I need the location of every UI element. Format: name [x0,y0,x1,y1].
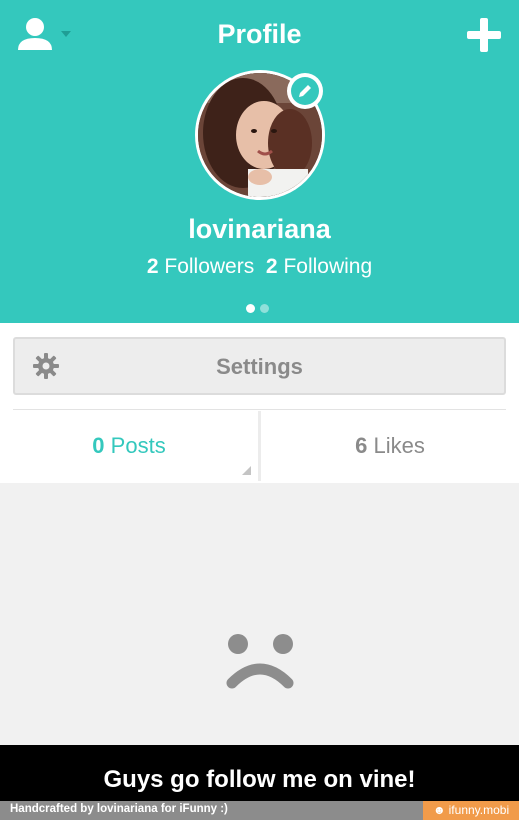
watermark-footer: Handcrafted by lovinariana for iFunny :)… [0,801,519,820]
page-dot [260,304,269,313]
followers-link[interactable]: 2 Followers [147,255,254,278]
following-label: Following [283,255,373,278]
page-dot-active [246,304,255,313]
likes-label: Likes [373,433,425,458]
credit-text: Handcrafted by lovinariana for iFunny :) [10,803,228,815]
sad-face-icon [226,634,294,689]
page-title: Profile [217,19,302,49]
posts-empty-state [0,483,519,745]
caption-bar: Guys go follow me on vine! [0,745,519,801]
settings-label: Settings [216,354,303,379]
brand-label: ifunny.mobi [448,803,510,817]
caption-text: Guys go follow me on vine! [103,766,416,793]
following-count: 2 [265,255,278,278]
username: lovinariana [188,214,331,244]
divider [13,409,506,410]
followers-count: 2 [146,255,159,278]
settings-button[interactable]: Settings [13,337,506,395]
page-indicator[interactable] [246,300,274,318]
follow-stats: 2 Followers 2 Following [0,255,519,279]
following-link[interactable]: 2 Following [266,255,372,278]
pencil-icon [291,77,319,105]
active-tab-corner-indicator [242,466,251,475]
plus-icon [467,18,501,52]
posts-label: Posts [110,433,166,458]
tab-likes[interactable]: 6 Likes [261,411,519,481]
edit-avatar-button[interactable] [287,73,323,109]
tab-posts[interactable]: 0 Posts [0,411,258,481]
followers-label: Followers [164,255,255,278]
profile-header: Profile lovinariana 2 Followers 2 Follow… [0,0,519,323]
profile-avatar[interactable] [195,70,325,200]
smiley-icon: ☻ [433,803,446,817]
posts-count: 0 [92,433,105,458]
add-button[interactable] [463,15,505,57]
brand-badge: ☻ ifunny.mobi [423,801,519,820]
likes-count: 6 [355,433,368,458]
